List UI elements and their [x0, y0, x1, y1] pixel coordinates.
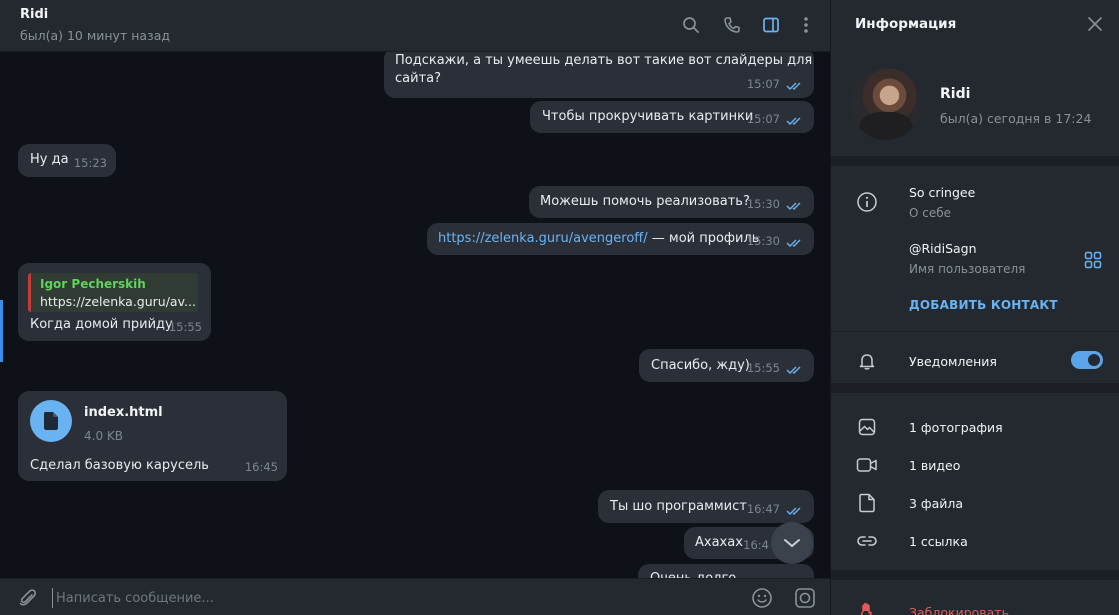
username-label: Имя пользователя — [909, 262, 1026, 276]
search-icon[interactable] — [680, 14, 702, 36]
bio-label: О себе — [909, 206, 952, 220]
profile-name: Ridi — [940, 86, 971, 102]
notifications-label[interactable]: Уведомления — [909, 354, 997, 369]
message-time: 15:55 — [746, 361, 780, 375]
message-text: — мой профиль — [647, 231, 760, 246]
close-icon[interactable] — [1087, 16, 1103, 32]
message-time: 15:23 — [73, 156, 107, 170]
link-preview[interactable]: Igor Pecherskih https://zelenka.guru/av.… — [28, 273, 198, 312]
chat-title[interactable]: Ridi — [20, 7, 48, 22]
divider — [831, 331, 1119, 332]
notifications-toggle[interactable] — [1071, 351, 1103, 369]
profile-status: был(а) сегодня в 17:24 — [940, 111, 1092, 126]
scroll-down-button[interactable] — [771, 522, 813, 564]
video-icon — [855, 453, 879, 477]
message-input[interactable] — [52, 588, 732, 608]
media-links[interactable]: 1 ссылка — [909, 534, 968, 549]
message-time: 16:4 — [743, 538, 769, 552]
media-videos[interactable]: 1 видео — [909, 458, 960, 473]
message-text: Можешь помочь реализовать? — [540, 194, 750, 209]
message-outgoing[interactable]: Можешь помочь реализовать? 15:30 — [529, 186, 814, 218]
more-vertical-icon[interactable] — [795, 14, 817, 36]
sidebar-toggle-icon[interactable] — [760, 14, 782, 36]
message-outgoing[interactable]: https://zelenka.guru/avengeroff/ — мой п… — [427, 223, 814, 255]
add-contact-button[interactable]: ДОБАВИТЬ КОНТАКТ — [909, 298, 1058, 312]
username-link[interactable]: @RidiSagn — [909, 241, 977, 256]
message-outgoing[interactable]: Ты шо программист 16:47 — [598, 490, 814, 523]
media-files[interactable]: 3 файла — [909, 496, 963, 511]
file-size: 4.0 KB — [84, 429, 123, 443]
message-time: 15:07 — [746, 77, 780, 91]
message-time: 15:30 — [746, 197, 780, 211]
message-incoming[interactable]: index.html 4.0 KB Сделал базовую карусел… — [18, 391, 287, 481]
message-incoming[interactable]: Ну да 15:23 — [18, 144, 116, 177]
message-text: Сделал базовую карусель — [30, 458, 209, 473]
link-icon — [855, 529, 879, 553]
message-time: 15:07 — [746, 112, 780, 126]
read-check-icon — [786, 366, 801, 374]
read-check-icon — [786, 239, 801, 247]
message-time: 16:45 — [244, 460, 278, 474]
message-incoming[interactable]: Igor Pecherskih https://zelenka.guru/av.… — [18, 263, 211, 341]
message-text: Очень долго — [650, 570, 736, 578]
divider — [831, 156, 1119, 166]
divider — [831, 383, 1119, 393]
avatar[interactable] — [851, 68, 921, 140]
preview-url: https://zelenka.guru/av... — [40, 294, 196, 309]
preview-title: Igor Pecherskih — [40, 277, 146, 291]
chevron-down-icon — [784, 539, 800, 548]
message-text: Чтобы прокручивать картинки — [542, 109, 754, 124]
message-composer — [0, 578, 830, 615]
message-outgoing[interactable]: Подскажи, а ты умеешь делать вот такие в… — [384, 52, 814, 98]
bell-icon — [855, 349, 879, 373]
block-user-button[interactable]: Заблокировать — [909, 605, 1009, 615]
message-text: сайта? — [395, 71, 442, 86]
qr-code-icon[interactable] — [1081, 248, 1105, 272]
message-time: 15:55 — [168, 320, 202, 334]
message-text: Ты шо программист — [610, 499, 747, 514]
chat-area: Ridi был(а) 10 минут назад Подскажи, а т… — [0, 0, 830, 615]
file-icon — [855, 491, 879, 515]
message-text: Подскажи, а ты умеешь делать вот такие в… — [395, 53, 813, 68]
read-check-icon — [786, 202, 801, 210]
message-outgoing[interactable]: Спасибо, жду) 15:55 — [639, 349, 814, 382]
message-list[interactable]: Подскажи, а ты умеешь делать вот такие в… — [0, 52, 830, 578]
chat-status: был(а) 10 минут назад — [20, 28, 170, 43]
message-text: Ну да — [30, 152, 69, 167]
message-outgoing[interactable]: Очень долго — [638, 564, 814, 578]
attach-icon[interactable] — [16, 586, 40, 610]
selection-marker — [0, 300, 3, 362]
video-message-icon[interactable] — [793, 586, 817, 610]
photo-icon — [855, 415, 879, 439]
emoji-icon[interactable] — [750, 586, 774, 610]
block-hand-icon — [855, 600, 879, 615]
file-name[interactable]: index.html — [84, 404, 163, 422]
message-outgoing[interactable]: Чтобы прокручивать картинки 15:07 — [530, 101, 814, 133]
file-icon[interactable] — [30, 400, 72, 442]
info-icon — [855, 190, 879, 214]
bio-text: So cringee — [909, 185, 976, 200]
info-panel: Информация Ridi был(а) сегодня в 17:24 S… — [830, 0, 1119, 615]
read-check-icon — [786, 507, 801, 515]
profile-link[interactable]: https://zelenka.guru/avengeroff/ — [438, 231, 648, 246]
message-text: Ахахах — [695, 535, 743, 550]
chat-header: Ridi был(а) 10 минут назад — [0, 0, 830, 52]
read-check-icon — [786, 117, 801, 125]
message-time: 15:30 — [746, 234, 780, 248]
message-text: Когда домой прийду — [30, 317, 173, 332]
message-text: Спасибо, жду) — [651, 358, 750, 373]
read-check-icon — [786, 82, 801, 90]
divider — [831, 570, 1119, 580]
panel-title: Информация — [855, 16, 957, 32]
media-photos[interactable]: 1 фотография — [909, 420, 1003, 435]
message-time: 16:47 — [746, 502, 780, 516]
phone-icon[interactable] — [721, 14, 743, 36]
